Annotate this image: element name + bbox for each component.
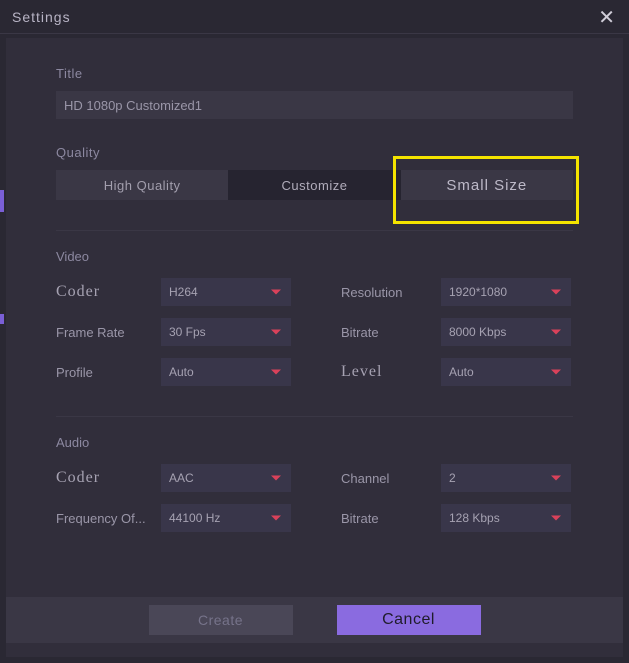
chevron-down-icon [271,516,281,521]
video-resolution-label: Resolution [341,285,441,300]
audio-frequency-label: Frequency Of... [56,511,161,526]
chevron-down-icon [551,370,561,375]
chevron-down-icon [271,290,281,295]
quality-label: Quality [56,145,573,160]
divider [56,416,573,417]
accent-edge [0,190,4,212]
video-bitrate-label: Bitrate [341,325,441,340]
chevron-down-icon [551,476,561,481]
video-profile-select[interactable]: Auto [161,358,291,386]
quality-high-button[interactable]: High Quality [56,170,228,200]
video-coder-label: Coder [56,283,161,301]
video-resolution-select[interactable]: 1920*1080 [441,278,571,306]
chevron-down-icon [271,370,281,375]
video-bitrate-select[interactable]: 8000 Kbps [441,318,571,346]
window-titlebar: Settings [0,0,629,34]
audio-coder-label: Coder [56,469,161,487]
chevron-down-icon [551,516,561,521]
window-title: Settings [12,9,71,25]
video-coder-select[interactable]: H264 [161,278,291,306]
footer-bar: Create Cancel [6,597,623,643]
video-framerate-label: Frame Rate [56,325,161,340]
title-input[interactable] [56,91,573,119]
audio-channel-label: Channel [341,471,441,486]
chevron-down-icon [551,330,561,335]
video-header: Video [56,249,573,264]
divider [56,230,573,231]
audio-coder-select[interactable]: AAC [161,464,291,492]
audio-channel-select[interactable]: 2 [441,464,571,492]
title-label: Title [56,66,573,81]
settings-panel: Title Quality High Quality Customize Sma… [6,38,623,657]
quality-customize-button[interactable]: Customize [228,170,400,200]
video-framerate-select[interactable]: 30 Fps [161,318,291,346]
video-profile-label: Profile [56,365,161,380]
accent-edge [0,314,4,324]
cancel-button[interactable]: Cancel [337,605,481,635]
video-level-select[interactable]: Auto [441,358,571,386]
close-icon[interactable]: ✕ [598,8,615,28]
audio-header: Audio [56,435,573,450]
audio-bitrate-label: Bitrate [341,511,441,526]
audio-frequency-select[interactable]: 44100 Hz [161,504,291,532]
chevron-down-icon [271,330,281,335]
chevron-down-icon [271,476,281,481]
quality-tabs: High Quality Customize Small Size [56,170,573,200]
audio-bitrate-select[interactable]: 128 Kbps [441,504,571,532]
video-level-label: Level [341,363,441,381]
chevron-down-icon [551,290,561,295]
create-button[interactable]: Create [149,605,293,635]
quality-smallsize-button[interactable]: Small Size [401,170,573,200]
